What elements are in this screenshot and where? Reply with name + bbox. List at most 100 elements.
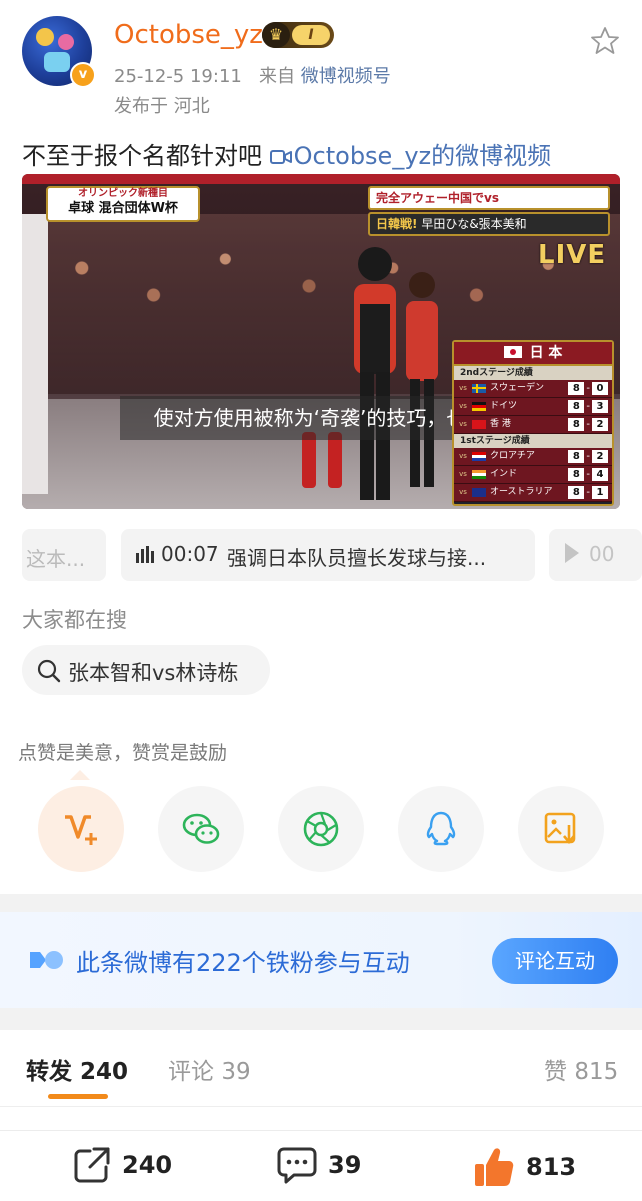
level-label: I — [292, 25, 330, 45]
video-subtitle: 使对方使用被称为‘奇袭’的技巧，也 — [120, 396, 500, 440]
search-suggestion-chip[interactable]: 张本智和vs林诗栋 — [22, 645, 270, 695]
live-label: LIVE — [538, 240, 607, 270]
vs-label: vs — [459, 402, 467, 410]
stage2-rows: vs スウェーデン 8-0 vs ドイツ 8-3 vs 香 港 8-2 — [454, 380, 612, 434]
vs-label: vs — [459, 488, 467, 496]
comment-count: 39 — [328, 1151, 362, 1179]
from-label: 来自 — [259, 66, 296, 87]
stage-label: 2ndステージ成績 — [454, 366, 612, 380]
post-date: 25-12-5 19:11 — [114, 66, 242, 87]
save-image-icon — [544, 812, 576, 845]
active-tab-indicator — [48, 1094, 108, 1099]
score-home: 8 — [568, 486, 585, 499]
opponent-name: オーストラリア — [490, 487, 553, 497]
opponent-name: スウェーデン — [490, 383, 545, 393]
chapter-chip-current[interactable]: 00:07 强调日本队员擅长发球与接... — [121, 529, 535, 581]
scoreboard-row: vs オーストラリア 8-1 — [454, 484, 612, 502]
save-image-button[interactable] — [518, 786, 604, 872]
tab-divider — [0, 1106, 642, 1107]
match-score: 8-2 — [564, 448, 612, 465]
opponent-name: 香 港 — [490, 419, 511, 429]
section-divider — [0, 1008, 642, 1030]
tab-repost-label: 转发 — [26, 1059, 72, 1085]
verified-badge-icon: v — [70, 62, 96, 88]
thumbs-up-icon — [475, 1148, 514, 1186]
avatar-art — [58, 34, 74, 50]
repost-button[interactable]: 240 — [72, 1145, 172, 1185]
reward-v-plus-icon — [65, 815, 97, 845]
post-source-link[interactable]: 微博视频号 — [301, 66, 391, 87]
tab-comment-label: 评论 — [168, 1059, 214, 1085]
score-away: 1 — [592, 486, 608, 499]
scoreboard-row: vs 香 港 8-2 — [454, 416, 612, 434]
moments-icon — [303, 811, 339, 847]
post-location: 发布于 河北 — [114, 96, 210, 117]
share-moments-button[interactable] — [278, 786, 364, 872]
score-home: 8 — [568, 382, 585, 395]
opponent-name: ドイツ — [490, 401, 518, 411]
score-home: 8 — [568, 468, 585, 481]
tab-comment[interactable]: 评论 39 — [168, 1052, 251, 1086]
tab-like[interactable]: 赞 815 — [544, 1052, 618, 1086]
comment-button[interactable]: 39 — [276, 1145, 361, 1185]
score-home: 8 — [568, 400, 585, 413]
crown-icon: ♛ — [262, 22, 290, 48]
video-link[interactable]: Octobse_yz的微博视频 — [269, 142, 551, 170]
reward-button[interactable] — [38, 786, 124, 872]
fans-toggle-icon — [30, 951, 63, 969]
comment-interact-button[interactable]: 评论互动 — [492, 938, 618, 984]
chapter-chip-next[interactable]: 00 — [549, 529, 642, 581]
scoreboard-row: vs ドイツ 8-3 — [454, 398, 612, 416]
post-body: 不至于报个名都针对吧 — [22, 142, 270, 170]
qq-icon — [426, 811, 456, 846]
top-bar — [22, 174, 620, 184]
play-icon — [565, 543, 579, 563]
match-tag-bottom: 日韓戦! 早田ひな&張本美和 — [368, 212, 610, 236]
croatia-flag-icon — [472, 452, 486, 461]
stage1-rows: vs クロアチア 8-2 vs インド 8-4 vs オーストラリア 8-1 — [454, 448, 612, 502]
tooltip-pointer — [70, 770, 90, 780]
score-away: 2 — [592, 450, 608, 463]
video-player[interactable]: オリンピック新種目 卓球 混合団体W杯 完全アウェー中国でvs 日韓戦! 早田ひ… — [22, 174, 620, 509]
score-away: 0 — [592, 382, 608, 395]
match-score: 8-0 — [564, 380, 612, 397]
event-tag-bottom: 卓球 混合団体W杯 — [68, 201, 178, 216]
chapter-title: 强调日本队员擅长发球与接... — [227, 546, 487, 570]
sweden-flag-icon — [472, 384, 486, 393]
chapter-chip-prev[interactable]: 这本... — [22, 529, 106, 581]
share-wechat-button[interactable] — [158, 786, 244, 872]
banner — [22, 214, 48, 494]
member-level-badge[interactable]: ♛ I — [262, 22, 334, 48]
repost-count: 240 — [122, 1151, 173, 1179]
share-qq-button[interactable] — [398, 786, 484, 872]
bottom-action-bar: 240 39 813 — [0, 1130, 642, 1201]
scoreboard-row: vs インド 8-4 — [454, 466, 612, 484]
avatar-art — [44, 52, 70, 72]
like-count: 813 — [526, 1153, 577, 1181]
event-tag: オリンピック新種目 卓球 混合団体W杯 — [46, 186, 200, 222]
video-camera-icon — [269, 150, 292, 164]
vs-label: vs — [459, 420, 467, 428]
match-tag-highlight: 日韓戦! — [376, 217, 418, 231]
chapter-time: 00:07 — [161, 542, 219, 566]
wechat-icon — [182, 813, 220, 844]
scoreboard-team: 日 本 — [529, 345, 563, 361]
fire-extinguisher — [328, 432, 342, 488]
event-tag-top: オリンピック新種目 — [78, 188, 168, 199]
username[interactable]: Octobse_yz — [114, 20, 263, 50]
audio-bars-icon — [136, 546, 154, 563]
favorite-star-icon[interactable] — [590, 26, 620, 56]
repost-icon — [74, 1147, 110, 1183]
fans-banner[interactable]: 此条微博有222个铁粉参与互动 评论互动 — [0, 912, 642, 1008]
search-section-title: 大家都在搜 — [22, 608, 127, 632]
tab-repost[interactable]: 转发 240 — [26, 1052, 128, 1086]
scoreboard-row: vs クロアチア 8-2 — [454, 448, 612, 466]
vs-label: vs — [459, 470, 467, 478]
match-score: 8-4 — [564, 466, 612, 483]
vs-label: vs — [459, 384, 467, 392]
avatar-art — [36, 28, 54, 46]
like-button[interactable]: 813 — [472, 1145, 576, 1189]
player-figure — [406, 272, 438, 487]
tab-like-count: 815 — [574, 1059, 619, 1085]
match-tag-top: 完全アウェー中国でvs — [368, 186, 610, 210]
